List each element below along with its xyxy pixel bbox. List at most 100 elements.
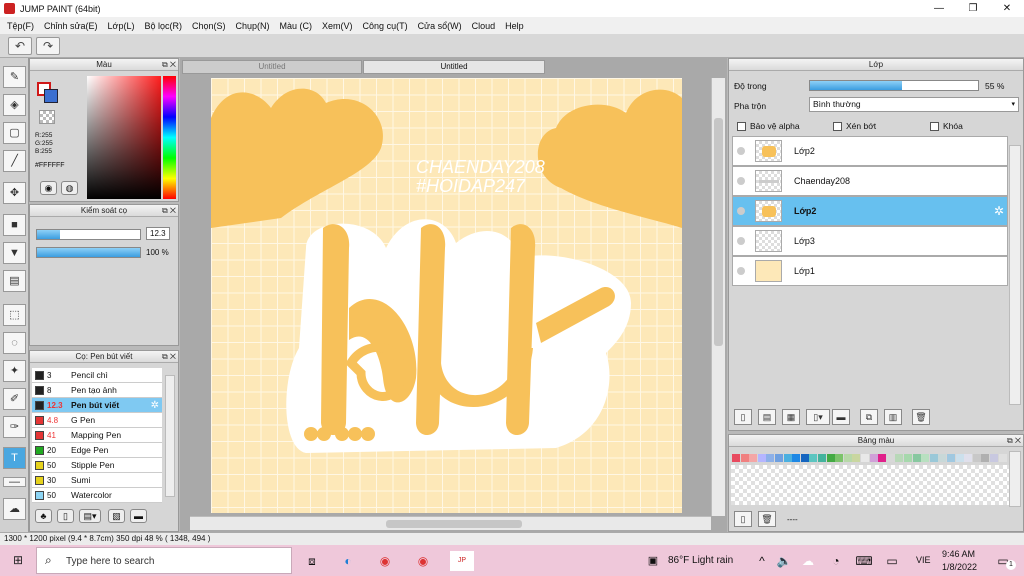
edge-browser-icon[interactable]: ◐ [338,551,358,571]
add-brush-icon[interactable]: ♣ [35,509,52,523]
layer-folder-icon[interactable]: ▬ [832,409,850,425]
brush-list-scrollbar[interactable] [165,375,175,497]
duplicate-layer-icon[interactable]: ⧉ [860,409,878,425]
keyboard-icon[interactable]: ⌨ [854,551,874,571]
maximize-button[interactable]: ❐ [956,0,990,17]
cloud-icon[interactable]: ☁ [798,551,818,571]
brush-size-slider[interactable] [36,229,141,240]
palette-color-chip[interactable] [869,454,878,462]
menu-color[interactable]: Màu (C) [276,21,319,31]
panel-controls-icon[interactable]: ⧉ ✕ [1007,436,1021,446]
palette-color-chip[interactable] [852,454,861,462]
brush-list-item[interactable]: 8 Pen tạo ảnh [32,383,162,398]
vertical-scroll-thumb[interactable] [714,118,723,346]
line-tool-icon[interactable]: ╱ [3,150,26,172]
palette-color-chip[interactable] [835,454,844,462]
weather-icon[interactable]: ▣ [643,551,663,571]
palette-color-chip[interactable] [998,454,1007,462]
network-icon[interactable]: ◔ [826,551,846,571]
visibility-icon[interactable] [737,147,745,155]
panel-controls-icon[interactable]: ⧉ ✕ [162,206,176,216]
brush-list-item[interactable]: 50 Stipple Pen [32,458,162,473]
palette-color-chip[interactable] [861,454,869,462]
bucket-tool-icon[interactable]: ▼ [3,242,26,264]
palette-color-chip[interactable] [732,454,740,462]
panel-controls-icon[interactable]: ⧉ ✕ [162,352,176,362]
text-tool-icon[interactable]: T [3,447,26,469]
palette-color-chip[interactable] [929,454,938,462]
palette-scrollbar[interactable] [1009,451,1021,507]
chrome-profile-icon[interactable]: ◉ [413,551,433,571]
menu-layer[interactable]: Lớp(L) [104,21,141,31]
menu-window[interactable]: Cửa sổ(W) [414,21,468,31]
delete-palette-color-icon[interactable]: 🗑 [758,511,776,527]
menu-view[interactable]: Xem(V) [318,21,359,31]
layer-row[interactable]: Lớp2 [732,136,1008,166]
brush-tool-icon[interactable]: ✎ [3,66,26,88]
new-layer-icon[interactable]: ▯ [734,409,752,425]
document-tab-2[interactable]: Untitled [363,60,545,74]
document-tab-1[interactable]: Untitled [182,60,362,74]
palette-color-chip[interactable] [912,454,921,462]
palette-color-chip[interactable] [766,454,775,462]
layer-row[interactable]: Lớp3 [732,226,1008,256]
palette-color-chip[interactable] [818,454,826,462]
drawing-canvas[interactable]: CHAENDAY208 #HOIDAP247 [211,78,682,513]
palette-color-chip[interactable] [800,454,809,462]
new-brush-icon[interactable]: ▯ [57,509,74,523]
palette-color-chip[interactable] [826,454,835,462]
brush-list-item[interactable]: 3 Pencil chì [32,368,162,383]
palette-color-chip[interactable] [921,454,930,462]
clock-time[interactable]: 9:46 AM [942,549,975,559]
palette-color-chip[interactable] [775,454,783,462]
language-indicator[interactable]: VIE [916,555,931,565]
protect-alpha-checkbox[interactable]: Bảo vệ alpha [737,121,800,132]
rectangle-tool-icon[interactable]: ▢ [3,122,26,144]
magic-wand-tool-icon[interactable]: ✦ [3,360,26,382]
palette-color-chip[interactable] [740,454,749,462]
move-tool-icon[interactable]: ✥ [3,182,26,204]
palette-color-chip[interactable] [947,454,955,462]
palette-color-chip[interactable] [895,454,904,462]
palette-color-chip[interactable] [990,454,998,462]
transparent-color-swatch[interactable] [39,110,55,124]
display-icon[interactable]: ▭ [882,551,902,571]
visibility-icon[interactable] [737,207,745,215]
menu-help[interactable]: Help [501,21,530,31]
menu-file[interactable]: Tệp(F) [3,21,40,31]
palette-color-chip[interactable] [878,454,887,462]
menu-select[interactable]: Chọn(S) [188,21,232,31]
visibility-icon[interactable] [737,237,745,245]
weather-text[interactable]: 86°F Light rain [668,555,733,566]
brush-menu-icon[interactable]: ▤▾ [79,509,101,523]
brush-settings-icon[interactable]: ▧ [108,509,125,523]
brush-list-item[interactable]: 41 Mapping Pen [32,428,162,443]
task-view-icon[interactable]: ⧈ [302,551,322,571]
taskbar-search-box[interactable]: ⌕ Type here to search [36,547,292,574]
eyedropper-icon[interactable]: ◍ [61,181,78,195]
windows-start-icon[interactable]: ⊞ [8,550,28,570]
select-pen-tool-icon[interactable]: ✐ [3,388,26,410]
palette-color-chip[interactable] [964,454,973,462]
jump-paint-app-icon[interactable]: JP [450,551,474,571]
clipping-checkbox[interactable]: Xén bớt [833,121,876,132]
add-palette-color-icon[interactable]: ▯ [734,511,752,527]
layer-add-menu-icon[interactable]: ▯▾ [806,409,830,425]
lock-checkbox[interactable]: Khóa [930,121,963,132]
divider-tool-icon[interactable]: — [3,477,26,488]
menu-edit[interactable]: Chỉnh sửa(E) [40,21,104,31]
palette-color-chip[interactable] [792,454,801,462]
speaker-icon[interactable]: 🔈 [774,551,794,571]
fill-rect-tool-icon[interactable]: ■ [3,214,26,236]
horizontal-scrollbar[interactable] [190,516,711,530]
layer-list-scrollbar[interactable] [1009,145,1021,405]
gradient-tool-icon[interactable]: ▤ [3,270,26,292]
palette-color-chip[interactable] [886,454,895,462]
redo-button[interactable]: ↷ [36,37,60,55]
minimize-button[interactable]: — [922,0,956,17]
brush-size-value[interactable]: 12.3 [146,227,170,240]
horizontal-scroll-thumb[interactable] [386,520,522,528]
new-text-layer-icon[interactable]: ▦ [782,409,800,425]
gear-icon[interactable]: ✲ [151,400,159,411]
menu-capture[interactable]: Chụp(N) [232,21,276,31]
